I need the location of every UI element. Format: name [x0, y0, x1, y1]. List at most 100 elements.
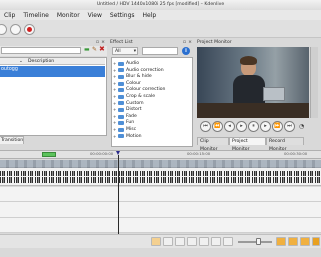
effect-category[interactable]: + Colour — [112, 81, 192, 87]
dropdown-arrow-icon: ▾ — [133, 49, 136, 54]
volume-icon[interactable]: ◔ — [299, 123, 304, 130]
info-icon[interactable]: i — [182, 47, 190, 55]
clip-row[interactable]: outogg — [0, 66, 105, 77]
empty-track[interactable] — [0, 187, 321, 202]
zone-marker[interactable] — [42, 152, 56, 157]
empty-track[interactable] — [0, 202, 321, 218]
expand-icon[interactable]: + — [113, 101, 116, 107]
project-search-input[interactable] — [1, 47, 81, 54]
expand-icon[interactable]: + — [113, 94, 116, 100]
ripple-icon[interactable] — [199, 237, 209, 246]
expand-icon[interactable]: + — [113, 120, 116, 126]
go-to-start-icon[interactable]: ⏮ — [200, 121, 211, 132]
menu-timeline[interactable]: Timeline — [23, 12, 49, 19]
effect-filter-value: All — [115, 49, 121, 54]
video-clip[interactable] — [0, 160, 321, 168]
project-monitor-header: Project Monitor — [197, 39, 321, 46]
spacer-icon[interactable] — [175, 237, 185, 246]
menu-settings[interactable]: Settings — [110, 12, 135, 19]
zoom-slider[interactable] — [238, 241, 272, 243]
video-desk — [197, 103, 309, 118]
effect-category[interactable]: + Audio — [112, 61, 192, 67]
effect-category[interactable]: + Blur & hide — [112, 74, 192, 80]
float-icon[interactable]: ▫ — [183, 39, 186, 46]
expand-icon[interactable]: + — [113, 81, 116, 87]
menu-view[interactable]: View — [88, 12, 102, 19]
expand-icon[interactable]: + — [113, 61, 116, 67]
go-to-end-icon[interactable]: ⏭ — [284, 121, 295, 132]
effect-category[interactable]: + Fade — [112, 114, 192, 120]
record-icon[interactable] — [24, 24, 35, 35]
video-track[interactable] — [0, 160, 321, 168]
edit-icon[interactable]: ✎ — [92, 46, 97, 53]
empty-track[interactable] — [0, 218, 321, 233]
close-icon[interactable]: × — [188, 39, 192, 46]
menu-clip[interactable]: Clip — [4, 12, 15, 19]
pause-icon[interactable]: ⏸ — [248, 121, 259, 132]
previous-frame-icon[interactable]: ◂ — [224, 121, 235, 132]
menu-monitor[interactable]: Monitor — [57, 12, 80, 19]
track-menu-icon[interactable] — [312, 237, 320, 246]
effect-search-input[interactable] — [142, 47, 178, 55]
expand-icon[interactable]: + — [113, 87, 116, 93]
overwrite-icon[interactable] — [211, 237, 221, 246]
next-frame-icon[interactable]: ▸ — [260, 121, 271, 132]
effect-category[interactable]: + Motion — [112, 134, 192, 140]
monitor-scrollbar[interactable] — [310, 47, 318, 118]
tab-transition[interactable]: Transition — [0, 136, 24, 144]
tab-project-monitor[interactable]: Project Monitor — [229, 137, 266, 152]
effect-category-label: Custom — [126, 100, 144, 106]
delete-icon[interactable]: ✖ — [99, 45, 105, 53]
expand-icon[interactable]: + — [113, 134, 116, 140]
ruler-mark: 00:00:00:00 — [90, 151, 114, 156]
expand-icon[interactable]: + — [113, 114, 116, 120]
fit-zoom-icon[interactable] — [288, 237, 298, 246]
sort-chevron-icon: ⌄ — [19, 59, 23, 64]
expand-icon[interactable]: + — [113, 107, 116, 113]
menu-help[interactable]: Help — [143, 12, 157, 19]
timeline-playhead[interactable] — [118, 155, 119, 235]
monitor-video[interactable] — [197, 47, 309, 118]
project-tree: ⌄ Description outogg — [0, 57, 107, 136]
expand-icon[interactable]: + — [113, 127, 116, 133]
project-tree-columns: ⌄ Description — [0, 58, 105, 65]
effect-category[interactable]: + Audio correction — [112, 68, 192, 74]
play-icon[interactable]: ▸ — [236, 121, 247, 132]
expand-icon[interactable]: + — [113, 74, 116, 80]
expand-icon[interactable]: + — [113, 68, 116, 74]
zoom-in-icon[interactable] — [276, 237, 286, 246]
effect-category-label: Audio — [126, 61, 140, 66]
effect-category[interactable]: + Misc — [112, 127, 192, 133]
effect-category-label: Fade — [126, 113, 137, 119]
razor-icon[interactable] — [163, 237, 173, 246]
effect-category[interactable]: + Colour correction — [112, 87, 192, 93]
zoom-out-icon[interactable] — [300, 237, 310, 246]
save-icon[interactable] — [10, 24, 21, 35]
timeline-ruler[interactable]: 00:00:00:00 00:00:15:00 00:00:30:00 — [0, 150, 321, 159]
audio-centerline — [0, 176, 321, 177]
effect-category-label: Blur & hide — [126, 74, 152, 80]
tab-clip-monitor[interactable]: Clip Monitor — [197, 137, 229, 152]
ruler-mark: 00:00:30:00 — [284, 151, 308, 156]
menu-bar: Clip Timeline Monitor View Settings Help — [0, 10, 321, 20]
effect-category-label: Audio correction — [126, 67, 164, 73]
open-icon[interactable] — [0, 24, 7, 35]
zoom-slider-handle[interactable] — [256, 238, 261, 245]
snap-icon[interactable] — [187, 237, 197, 246]
lift-icon[interactable] — [223, 237, 233, 246]
window-title: Untitled / HDV 1440x1080i 25 fps [modifi… — [0, 0, 321, 10]
effect-category[interactable]: + Distort — [112, 107, 192, 113]
fast-forward-icon[interactable]: ⏩ — [272, 121, 283, 132]
ruler-mark: 00:00:15:00 — [187, 151, 211, 156]
split-audio-icon[interactable] — [151, 237, 161, 246]
column-description[interactable]: Description — [28, 58, 54, 65]
effect-filter-select[interactable]: All ▾ — [112, 47, 138, 55]
tab-record-monitor[interactable]: Record Monitor — [266, 137, 304, 152]
add-clip-icon[interactable]: ▬ — [84, 46, 90, 53]
rewind-icon[interactable]: ⏪ — [212, 121, 223, 132]
main-toolbar — [0, 20, 321, 38]
audio-track[interactable] — [0, 168, 321, 186]
effect-category[interactable]: + Custom — [112, 101, 192, 107]
effect-category[interactable]: + Crop & scale — [112, 94, 192, 100]
effect-category[interactable]: + Fun — [112, 120, 192, 126]
